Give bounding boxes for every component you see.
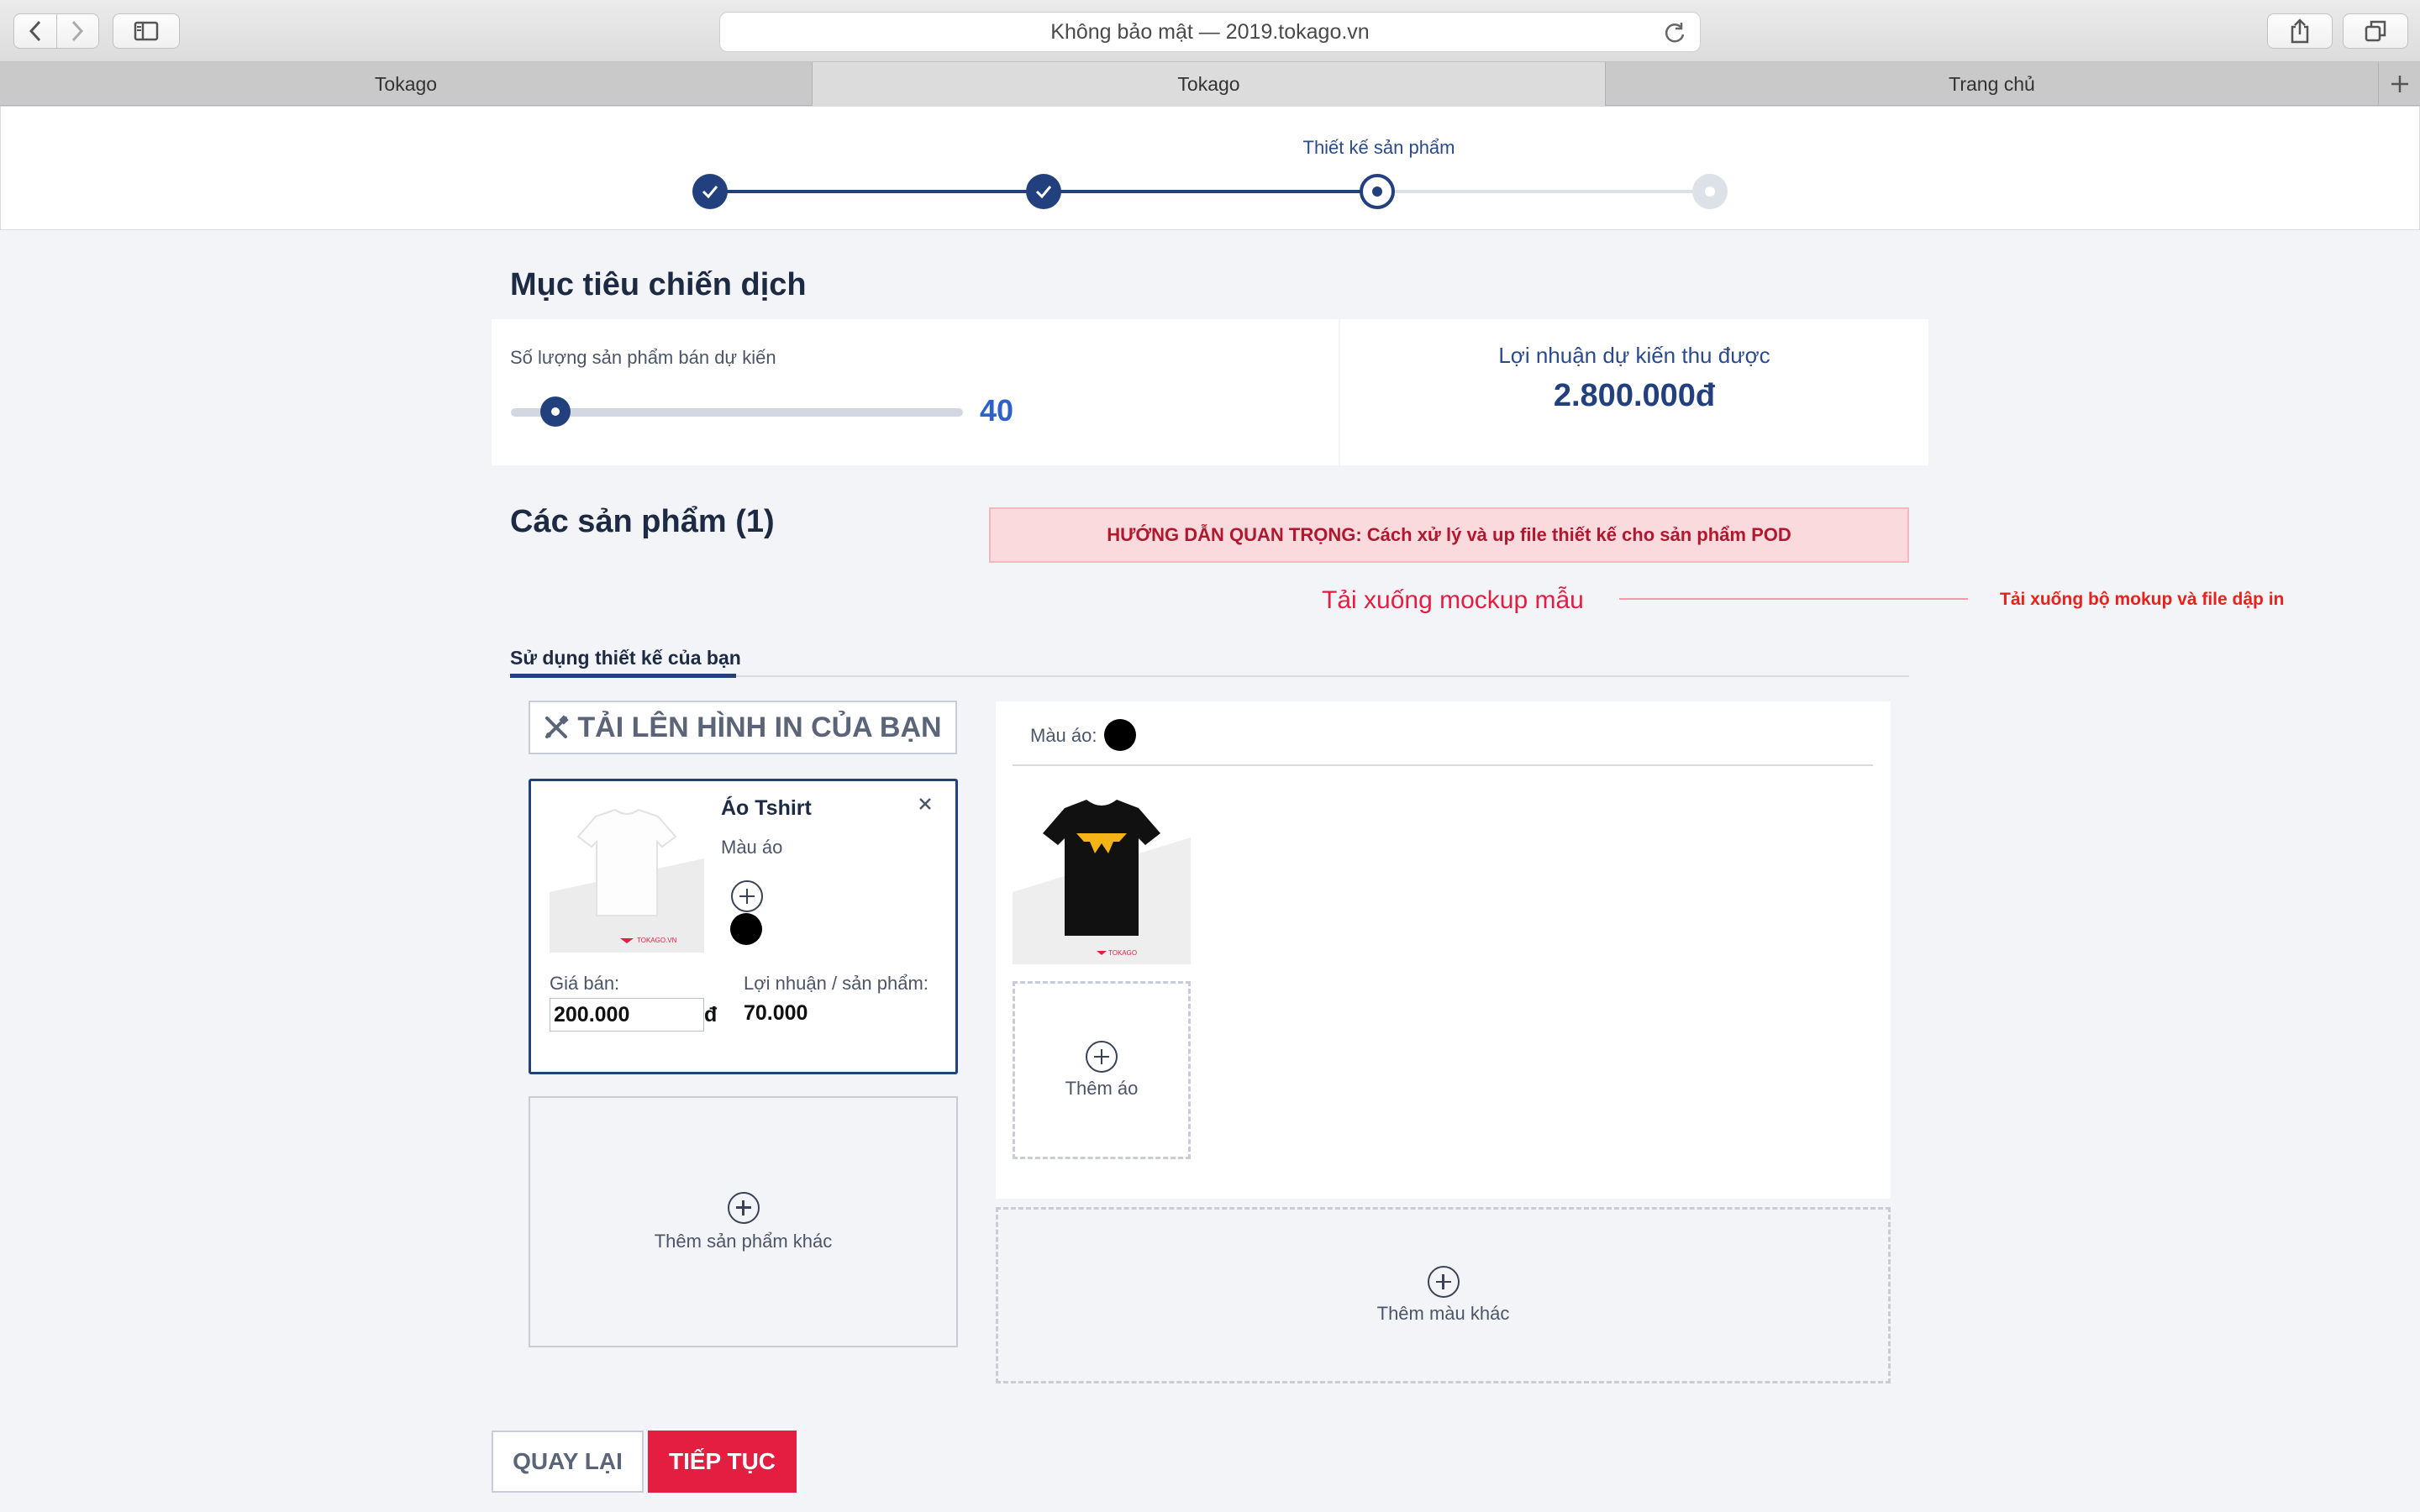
continue-button-label: TIẾP TỤC [668, 1448, 776, 1474]
share-button[interactable] [2267, 13, 2333, 49]
campaign-goal-title: Mục tiêu chiến dịch [510, 267, 807, 302]
back-button[interactable]: QUAY LẠI [492, 1431, 644, 1493]
current-step-label: Thiết kế sản phẩm [1302, 137, 1455, 158]
plus-icon [2391, 76, 2408, 92]
profit-value: 2.800.000đ [1553, 378, 1716, 413]
guide-banner-text: HƯỚNG DẪN QUAN TRỌNG: Cách xử lý và up f… [1107, 524, 1791, 545]
reload-icon[interactable] [1663, 21, 1686, 45]
product-thumbnail: TOKAGO.VN [550, 800, 704, 953]
add-product-label: Thêm sản phẩm khác [654, 1230, 833, 1252]
price-input[interactable] [550, 998, 704, 1032]
currency-symbol: đ [704, 1003, 718, 1026]
thumb-brand-text: TOKAGO.VN [637, 937, 677, 944]
mockup-black-tshirt[interactable]: TOKAGO [1013, 791, 1191, 964]
chevron-right-icon [72, 20, 84, 42]
product-name: Áo Tshirt [721, 796, 812, 820]
tab-title: Tokago [1177, 72, 1240, 95]
add-product-box[interactable]: Thêm sản phẩm khác [529, 1096, 958, 1347]
add-shirt-label: Thêm áo [1065, 1078, 1139, 1099]
mockup-brand-text: TOKAGO [1108, 949, 1137, 957]
browser-tab[interactable]: Tokago [0, 62, 813, 106]
share-icon [2291, 18, 2309, 44]
tools-icon [545, 715, 570, 738]
color-swatch-black[interactable] [730, 913, 762, 945]
browser-tab-active[interactable]: Tokago [813, 62, 1606, 106]
quantity-card [492, 319, 1339, 465]
back-nav-button[interactable] [14, 14, 56, 48]
tab-title: Trang chủ [1949, 72, 2035, 95]
check-icon [702, 186, 718, 199]
profit-label: Lợi nhuận dự kiến thu được [1498, 343, 1770, 368]
close-icon [919, 798, 931, 810]
white-tshirt-image: TOKAGO.VN [550, 808, 704, 953]
download-mockup-link[interactable]: Tải xuống mockup mẫu [1322, 586, 1584, 615]
step-progress-bar: Thiết kế sản phẩm [0, 106, 2420, 230]
tabs-overview-button[interactable] [2343, 13, 2408, 49]
tab-bar: Tokago Tokago Trang chủ [0, 62, 2420, 106]
upload-print-button[interactable]: TẢI LÊN HÌNH IN CỦA BẠN [529, 701, 957, 754]
plus-icon [1427, 1266, 1460, 1298]
plus-icon [1086, 1041, 1118, 1073]
pending-dot [1705, 186, 1715, 197]
new-tab-button[interactable] [2379, 62, 2420, 106]
browser-toolbar: Không bảo mật — 2019.tokago.vn [0, 0, 2420, 62]
tab-active-indicator [510, 674, 736, 678]
step-connector-pending [1377, 190, 1712, 193]
shirt-color-label: Màu áo: [1030, 725, 1097, 746]
add-color-label: Thêm màu khác [1376, 1303, 1510, 1324]
annotation-text: Tải xuống bộ mokup và file dập in [2000, 590, 2285, 609]
browser-tab[interactable]: Trang chủ [1606, 62, 2379, 106]
guide-banner[interactable]: HƯỚNG DẪN QUAN TRỌNG: Cách xử lý và up f… [989, 507, 1909, 563]
step-1-done[interactable] [692, 174, 728, 209]
price-label: Giá bán: [550, 973, 620, 994]
step-connector-done [1044, 190, 1378, 193]
sidebar-toggle-button[interactable] [113, 13, 180, 49]
continue-button[interactable]: TIẾP TỤC [648, 1431, 797, 1493]
tab-use-your-design[interactable]: Sử dụng thiết kế của bạn [510, 647, 741, 669]
quantity-slider-track[interactable] [511, 408, 963, 417]
sidebar-icon [134, 21, 159, 41]
step-3-current[interactable] [1360, 174, 1395, 209]
back-button-label: QUAY LẠI [513, 1448, 623, 1474]
panel-divider [1013, 764, 1873, 766]
add-color-icon[interactable] [731, 880, 763, 912]
quantity-slider-handle[interactable] [540, 396, 571, 427]
annotation-line [1619, 598, 1968, 600]
add-shirt-box[interactable]: Thêm áo [1013, 981, 1191, 1159]
profit-per-item-value: 70.000 [744, 1001, 808, 1025]
address-text: Không bảo mật — 2019.tokago.vn [1050, 19, 1370, 44]
check-icon [1035, 186, 1052, 199]
color-label: Màu áo [721, 837, 783, 858]
plus-icon [727, 1191, 760, 1224]
add-color-box[interactable]: Thêm màu khác [996, 1207, 1891, 1383]
current-dot [1372, 186, 1382, 197]
chevron-left-icon [29, 20, 40, 42]
profit-per-item-label: Lợi nhuận / sản phẩm: [744, 973, 929, 994]
address-bar[interactable]: Không bảo mật — 2019.tokago.vn [719, 12, 1701, 52]
forward-nav-button[interactable] [55, 14, 99, 48]
products-title: Các sản phẩm (1) [510, 504, 775, 539]
quantity-label: Số lượng sản phẩm bán dự kiến [510, 347, 776, 368]
step-2-done[interactable] [1026, 174, 1061, 209]
selected-color-swatch[interactable] [1104, 719, 1136, 751]
step-4-pending [1692, 174, 1728, 209]
step-connector-done [709, 190, 1045, 193]
quantity-value: 40 [980, 393, 1014, 428]
history-nav [13, 13, 99, 49]
upload-print-label: TẢI LÊN HÌNH IN CỦA BẠN [577, 711, 942, 743]
tabs-icon [2365, 20, 2386, 42]
remove-product-button[interactable] [914, 793, 936, 815]
tab-title: Tokago [374, 72, 438, 95]
black-tshirt-image: TOKAGO [1013, 800, 1191, 964]
